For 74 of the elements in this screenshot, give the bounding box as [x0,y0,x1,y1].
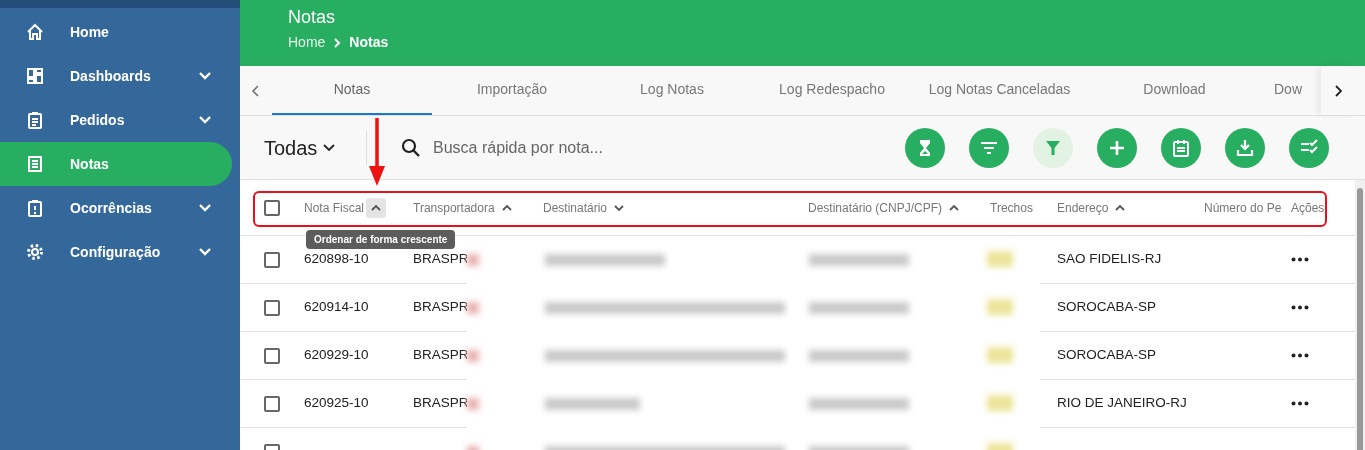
checkbox[interactable] [264,251,280,268]
column-header[interactable]: Destinatário [543,198,608,217]
toolbar-button[interactable] [1033,127,1073,168]
table-cell-text: 620914-10 [304,298,370,317]
tab[interactable]: Log Redespacho [752,66,912,115]
chevron-up-icon [500,202,513,213]
page-title: Notas [288,6,337,28]
toolbar-button[interactable] [1097,127,1137,168]
tab[interactable]: Log Notas Canceladas [912,66,1087,115]
toolbar-button[interactable] [905,127,945,168]
checkbox[interactable] [264,199,280,216]
receipt-icon [25,154,45,174]
tooltip: Ordenar de forma crescente [306,230,456,249]
column-header[interactable]: Endereço [1057,198,1109,217]
more-button[interactable] [1291,353,1311,358]
clipboard-icon [25,110,45,130]
more-button[interactable] [1291,401,1311,406]
checkbox[interactable] [264,299,280,316]
chevron-up-icon [948,202,961,213]
sidebar-item[interactable]: Pedidos [0,98,232,142]
table-cell-text: BRASPR [413,346,470,365]
chevron-down-icon [613,202,626,213]
column-header[interactable]: Trechos [990,198,1033,217]
search-icon [401,137,421,158]
table-cell-text: SAO FIDELIS-RJ [1057,250,1163,269]
table-cell-text: SOROCABA-SP [1057,346,1158,365]
tab[interactable]: Importação [432,66,592,115]
column-header[interactable]: Ações [1291,198,1325,217]
search-field[interactable]: Busca rápida por nota... [433,135,793,160]
sidebar-item[interactable]: Configuração [0,230,232,274]
sidebar-item[interactable]: Home [0,10,232,54]
home-icon [25,22,45,42]
toolbar-button[interactable] [1289,127,1329,168]
table-cell-text: 620925-10 [304,394,370,413]
column-header[interactable]: Destinatário (CNPJ/CPF) [808,198,943,217]
table-cell-text: BRASPR [413,298,470,317]
sidebar-item[interactable]: Notas [0,142,232,186]
more-button[interactable] [1291,305,1311,310]
column-header[interactable]: Nota Fiscal [304,198,365,217]
breadcrumb-link[interactable]: Home [288,32,326,53]
tab[interactable]: Dow [1262,66,1306,115]
chevron-right-icon [1333,83,1343,98]
annotation-arrow [368,118,386,188]
column-header[interactable]: Transportadora [413,198,495,217]
alert-clipboard-icon [25,198,45,218]
table-cell-text: BRASPR [413,394,470,413]
table-cell-text: SOROCABA-SP [1057,298,1158,317]
chevron-right-icon [333,37,342,48]
caret-icon [323,143,336,152]
checkbox[interactable] [264,347,280,364]
download-icon [1235,137,1255,158]
more-button[interactable] [1291,257,1311,262]
sort-button[interactable] [366,197,387,218]
sidebar-item[interactable]: Dashboards [0,54,232,98]
table-cell-text: 620898-10 [304,250,370,269]
chevron-left-icon [251,83,261,98]
breadcrumb-link[interactable]: Notas [349,32,389,53]
settings-icon [25,242,45,262]
toolbar-button[interactable] [1161,127,1201,168]
tab[interactable]: Download [1087,66,1262,115]
table-cell-text: 620929-10 [304,346,370,365]
toolbar-button[interactable] [1225,127,1265,168]
notepad-icon [1171,137,1191,158]
column-header[interactable]: Número do Pe [1204,198,1282,217]
filter-dropdown[interactable]: Todas [264,132,366,163]
table-cell-text: RIO DE JANEIRO-RJ [1057,394,1188,413]
chevron-up-icon [1114,202,1127,213]
sidebar-item[interactable]: Ocorrências [0,186,232,230]
toolbar-button[interactable] [969,127,1009,168]
table-cell-text: BRASPR [413,250,470,269]
dashboard-icon [25,66,45,86]
chevron-up-icon [370,202,383,213]
checkbox[interactable] [264,395,280,412]
tab[interactable]: Log Notas [592,66,752,115]
